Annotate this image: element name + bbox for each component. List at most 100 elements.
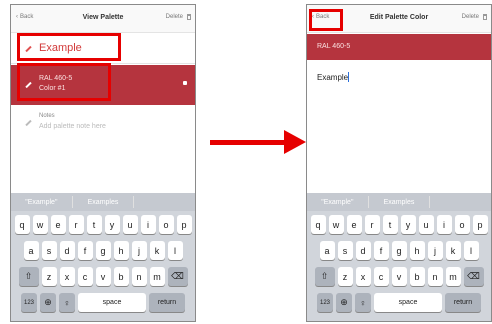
arrow-head [284,130,306,154]
key[interactable]: h [113,241,129,260]
space-key[interactable]: space [374,293,442,312]
key[interactable]: a [319,241,335,260]
key[interactable]: y [104,215,120,234]
key[interactable]: v [95,267,111,286]
key[interactable]: c [77,267,93,286]
backspace-key[interactable]: ⌫ [167,267,188,286]
key[interactable]: u [122,215,138,234]
key[interactable]: b [409,267,425,286]
key-row: ⇧ z x c v b n m ⌫ [307,267,491,286]
key[interactable]: k [445,241,461,260]
key[interactable]: m [149,267,165,286]
return-key[interactable]: return [445,293,481,312]
key[interactable]: q [14,215,30,234]
key-row: q w e r t y u i o p [307,215,491,234]
trash-icon[interactable] [483,14,487,20]
key[interactable]: e [346,215,362,234]
key[interactable]: x [59,267,75,286]
notes-label: Notes [39,113,55,119]
numbers-key[interactable]: 123 [21,293,37,312]
key[interactable]: i [436,215,452,234]
shift-key[interactable]: ⇧ [18,267,39,286]
key[interactable]: v [391,267,407,286]
suggestion-bar: "Example" Examples [307,193,491,211]
key[interactable]: c [373,267,389,286]
notes-row[interactable]: Notes Add palette note here [11,109,195,139]
key[interactable]: p [176,215,192,234]
return-key[interactable]: return [149,293,185,312]
key[interactable]: n [427,267,443,286]
suggestion[interactable]: Examples [369,199,430,206]
globe-key[interactable]: ⊕ [336,293,352,312]
key[interactable]: s [41,241,57,260]
key[interactable]: j [131,241,147,260]
space-key[interactable]: space [78,293,146,312]
key[interactable]: o [158,215,174,234]
shift-icon: ⇧ [320,271,329,281]
key[interactable]: f [373,241,389,260]
suggestion[interactable]: "Example" [307,199,368,206]
key[interactable]: k [149,241,165,260]
key[interactable]: l [167,241,183,260]
shift-key[interactable]: ⇧ [314,267,335,286]
key[interactable]: n [131,267,147,286]
view-palette-screen: ‹ Back View Palette Delete Example RAL 4… [10,4,196,322]
drag-handle-icon[interactable] [183,81,187,85]
key[interactable]: g [95,241,111,260]
key[interactable]: e [50,215,66,234]
numbers-key[interactable]: 123 [317,293,333,312]
key[interactable]: y [400,215,416,234]
key[interactable]: l [463,241,479,260]
key[interactable]: d [355,241,371,260]
globe-key[interactable]: ⊕ [40,293,56,312]
key[interactable]: b [113,267,129,286]
mic-key[interactable]: ♀ [355,293,371,312]
key[interactable]: r [68,215,84,234]
key[interactable]: a [23,241,39,260]
key-row: ⇧ z x c v b n m ⌫ [11,267,195,286]
key[interactable]: j [427,241,443,260]
key[interactable]: d [59,241,75,260]
arrow [210,140,286,145]
key[interactable]: s [337,241,353,260]
key[interactable]: i [140,215,156,234]
delete-button[interactable]: Delete [462,14,479,20]
suggestion[interactable]: Examples [73,199,134,206]
nav-bar: ‹ Back View Palette Delete [11,5,195,33]
suggestion[interactable]: "Example" [11,199,72,206]
color-code: RAL 460-5 [317,43,351,50]
key[interactable]: g [391,241,407,260]
key[interactable]: w [32,215,48,234]
key-row: q w e r t y u i o p [11,215,195,234]
key[interactable]: p [472,215,488,234]
shift-icon: ⇧ [24,271,33,281]
delete-button[interactable]: Delete [166,14,183,20]
edit-palette-color-screen: ‹ Back Edit Palette Color Delete RAL 460… [306,4,492,322]
highlight-box-color [17,63,111,101]
key[interactable]: f [77,241,93,260]
color-name-input[interactable]: Example [307,71,491,87]
backspace-icon: ⌫ [171,271,184,281]
divider [133,196,135,208]
notes-placeholder: Add palette note here [39,123,106,130]
trash-icon[interactable] [187,14,191,20]
text-cursor [348,72,349,82]
key[interactable]: x [355,267,371,286]
key[interactable]: h [409,241,425,260]
globe-icon: ⊕ [340,297,348,307]
key[interactable]: r [364,215,380,234]
key[interactable]: o [454,215,470,234]
mic-key[interactable]: ♀ [59,293,75,312]
key[interactable]: z [41,267,57,286]
key[interactable]: t [382,215,398,234]
globe-icon: ⊕ [44,297,52,307]
backspace-key[interactable]: ⌫ [463,267,484,286]
key[interactable]: m [445,267,461,286]
key-row: 123 ⊕ ♀ space return [11,293,195,312]
key[interactable]: u [418,215,434,234]
key[interactable]: z [337,267,353,286]
key[interactable]: t [86,215,102,234]
key[interactable]: q [310,215,326,234]
key[interactable]: w [328,215,344,234]
key-row: a s d f g h j k l [307,241,491,260]
